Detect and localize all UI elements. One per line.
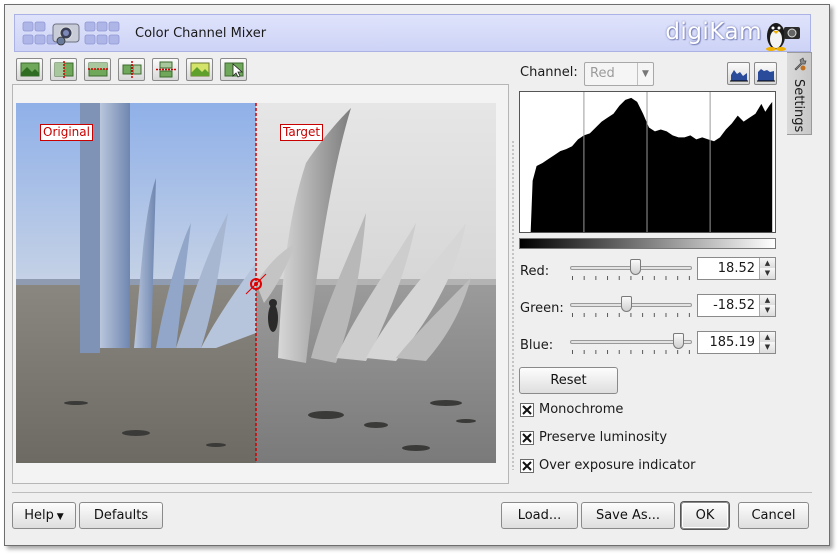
over-exposure-label: Over exposure indicator [539,458,696,473]
save-as-button[interactable]: Save As... [581,502,675,529]
settings-tab-label: Settings [791,79,806,133]
linear-scale-button[interactable] [727,62,750,85]
green-label: Green: [520,301,564,316]
ok-button[interactable]: OK [681,502,729,529]
check-x-icon [522,433,532,443]
slider-ticks [572,350,690,354]
linear-histogram-icon [730,70,748,82]
slider-ticks [572,313,690,317]
slider-handle[interactable] [673,333,685,349]
split-vertical-button[interactable] [50,58,77,81]
green-value: -18.52 [713,298,755,313]
blue-slider[interactable] [570,333,692,355]
dialog-title: Color Channel Mixer [135,26,267,41]
under-cursor-button[interactable] [220,58,247,81]
separate-vertical-icon [122,61,142,78]
target-preview-label: Target [280,124,324,141]
load-button-label: Load... [517,508,562,523]
monochrome-label: Monochrome [539,402,624,417]
checkbox-box[interactable] [520,459,534,473]
spin-down-icon[interactable]: ▼ [759,305,775,316]
intensity-gradient-bar [519,238,776,249]
save-as-button-label: Save As... [595,508,661,523]
reset-button-label: Reset [550,373,587,388]
separate-horizontal-icon [156,61,176,78]
slider-handle[interactable] [621,296,633,312]
channel-select[interactable]: Red ▼ [584,62,654,86]
slider-handle[interactable] [629,259,641,275]
original-image-button[interactable] [16,58,43,81]
help-button-label: Help [24,508,54,523]
preview-area[interactable] [12,84,509,484]
log-histogram-icon [757,69,775,82]
checkbox-box[interactable] [520,403,534,417]
spin-down-icon[interactable]: ▼ [759,342,775,353]
slider-ticks [572,276,690,280]
red-slider[interactable] [570,259,692,281]
penguin-mascot-icon [766,23,800,51]
settings-tab[interactable]: Settings [787,52,812,135]
blue-value: 185.19 [709,335,756,350]
separate-horizontal-button[interactable] [152,58,179,81]
original-preview-label: Original [40,124,93,141]
panel-splitter[interactable] [512,140,514,470]
ok-button-label: OK [695,508,715,523]
green-slider[interactable] [570,296,692,318]
split-vertical-icon [54,61,74,78]
dialog-banner: Color Channel Mixer digiKam [14,14,811,52]
cancel-button-label: Cancel [751,508,796,523]
cancel-button[interactable]: Cancel [738,502,809,529]
split-horizontal-icon [88,62,108,77]
reset-button[interactable]: Reset [519,367,618,394]
channel-selected-value: Red [590,66,615,81]
blue-label: Blue: [520,338,554,353]
target-image-icon [190,62,210,77]
checkbox-box[interactable] [520,431,534,445]
spin-down-icon[interactable]: ▼ [759,268,775,279]
help-button[interactable]: Help ▼ [12,502,76,529]
original-image-icon [20,62,40,77]
red-spinbox[interactable]: 18.52 ▲ ▼ [697,257,776,280]
separate-vertical-button[interactable] [118,58,145,81]
footer-separator [12,492,812,493]
chevron-down-icon: ▼ [637,63,653,85]
green-spinbox[interactable]: -18.52 ▲ ▼ [697,294,776,317]
split-horizontal-button[interactable] [84,58,111,81]
log-scale-button[interactable] [754,62,777,85]
check-x-icon [522,461,532,471]
defaults-button[interactable]: Defaults [79,502,163,529]
dropdown-arrow-icon: ▼ [53,512,64,522]
channel-label: Channel: [520,65,578,80]
histogram-view[interactable] [519,91,776,233]
load-button[interactable]: Load... [501,502,578,529]
red-value: 18.52 [717,261,755,276]
under-cursor-icon [224,62,244,78]
wrench-icon [794,57,807,71]
target-image-button[interactable] [186,58,213,81]
filter-logo-icon [22,21,120,46]
histogram-curve [530,97,773,232]
red-label: Red: [520,264,550,279]
preserve-luminosity-label: Preserve luminosity [539,430,668,445]
brand-name: digiKam [665,19,762,45]
check-x-icon [522,405,532,415]
defaults-button-label: Defaults [93,508,149,523]
preview-image[interactable] [16,103,496,463]
blue-spinbox[interactable]: 185.19 ▲ ▼ [697,331,776,354]
